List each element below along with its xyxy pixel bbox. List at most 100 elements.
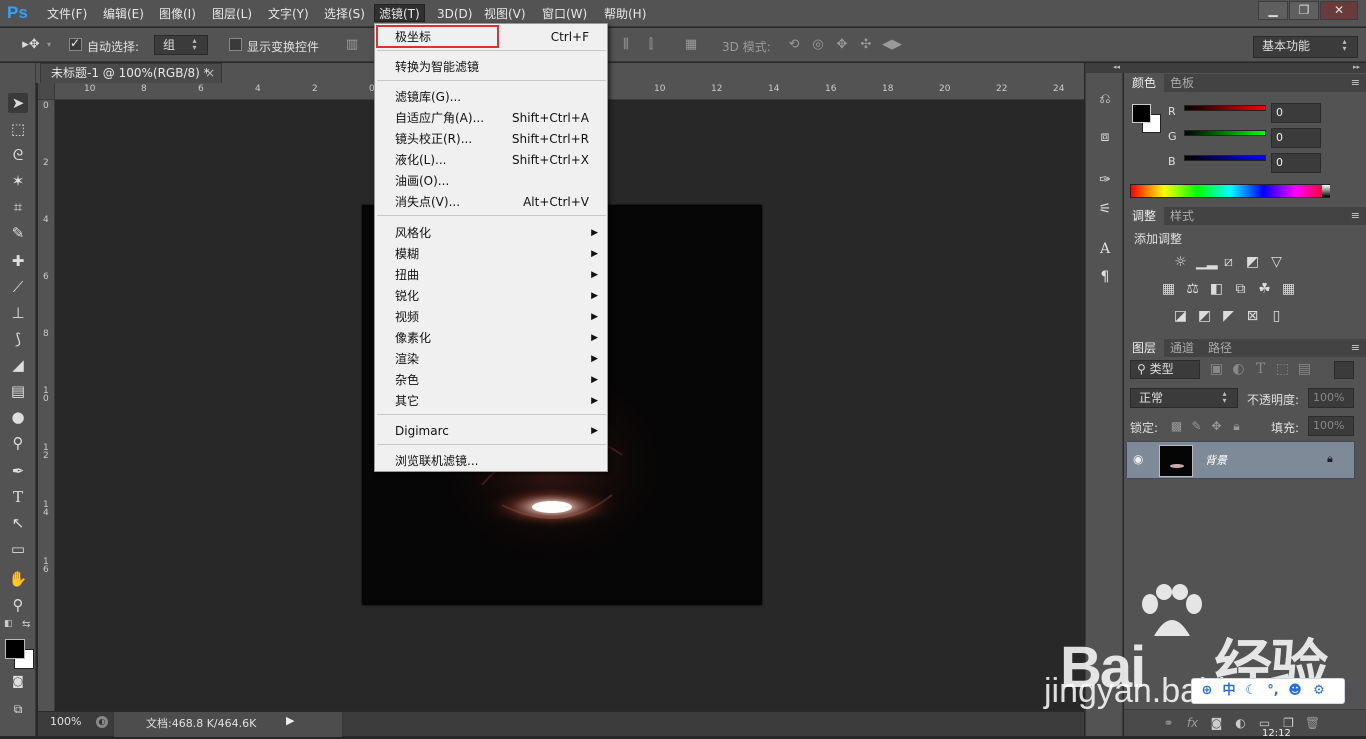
workspace-select[interactable]: 基本功能: [1253, 36, 1358, 58]
gradient-tool-icon[interactable]: ▤: [8, 381, 28, 401]
screen-mode-icon[interactable]: ⧉: [8, 699, 28, 719]
brightness-contrast-icon[interactable]: ☼: [1172, 254, 1189, 271]
close-button[interactable]: ✕: [1320, 1, 1358, 20]
hand-tool-icon[interactable]: ✋: [8, 569, 28, 589]
menu-image[interactable]: 图像(I): [155, 5, 200, 23]
menu-edit[interactable]: 编辑(E): [99, 5, 148, 23]
ime-user-icon[interactable]: ☻: [1286, 682, 1304, 700]
dodge-tool-icon[interactable]: ⚲: [8, 433, 28, 453]
spectrum-bw-swatch[interactable]: [1322, 185, 1330, 197]
menu-view[interactable]: 视图(V): [480, 5, 530, 23]
panel-menu-icon[interactable]: ≡: [1351, 209, 1360, 222]
ime-lang[interactable]: 中: [1220, 682, 1238, 700]
filter-toggle[interactable]: [1334, 361, 1354, 379]
zoom-level[interactable]: 100%: [50, 715, 81, 728]
filter-noise[interactable]: 杂色 ▶: [375, 370, 607, 390]
filter-distort[interactable]: 扭曲 ▶: [375, 265, 607, 285]
zoom-tool-icon[interactable]: ⚲: [8, 595, 28, 615]
filter-pixelate[interactable]: 像素化 ▶: [375, 328, 607, 348]
brush-tool-icon[interactable]: ⟋: [8, 277, 28, 297]
lock-image-icon[interactable]: ✎: [1188, 418, 1205, 435]
channel-mixer-icon[interactable]: ☘: [1256, 281, 1273, 298]
filter-type-icon[interactable]: T: [1252, 361, 1269, 378]
filter-adjust-icon[interactable]: ◐: [1230, 361, 1247, 378]
filter-adaptive-wide-angle[interactable]: 自适应广角(A)... Shift+Ctrl+A: [375, 108, 607, 128]
auto-select-dropdown[interactable]: 组: [154, 35, 208, 55]
3d-roll-icon[interactable]: ◎: [810, 37, 826, 53]
threshold-icon[interactable]: ◤: [1220, 308, 1237, 325]
auto-align-icon[interactable]: ▦: [683, 37, 699, 53]
ime-settings-icon[interactable]: ⚙: [1310, 682, 1328, 700]
eraser-tool-icon[interactable]: ◢: [8, 355, 28, 375]
3d-pan-icon[interactable]: ✥: [834, 37, 850, 53]
move-tool-icon[interactable]: ➤: [8, 93, 28, 113]
brush-presets-icon[interactable]: ⚟: [1096, 200, 1114, 218]
eyedropper-tool-icon[interactable]: ✎: [8, 223, 28, 243]
clone-stamp-tool-icon[interactable]: ⊥: [8, 303, 28, 323]
3d-panel-icon[interactable]: ⧈: [1096, 128, 1114, 146]
auto-select-checkbox[interactable]: [69, 36, 82, 51]
color-balance-icon[interactable]: ⚖: [1184, 281, 1201, 298]
add-mask-icon[interactable]: ◙: [1208, 715, 1225, 732]
selective-color-icon[interactable]: ⊠: [1244, 308, 1261, 325]
new-adjustment-icon[interactable]: ◐: [1232, 715, 1249, 732]
collapse-dock-icon[interactable]: ◂◂: [1086, 63, 1124, 73]
photo-filter-icon[interactable]: ⧉: [1232, 281, 1249, 298]
menu-select[interactable]: 选择(S): [320, 5, 369, 23]
ruler-origin[interactable]: [38, 83, 55, 100]
status-menu-arrow-icon[interactable]: ▶: [286, 714, 294, 727]
tab-styles[interactable]: 样式: [1162, 207, 1202, 225]
foreground-color-swatch[interactable]: [1132, 104, 1151, 123]
color-spectrum-bar[interactable]: [1130, 184, 1330, 198]
opacity-value[interactable]: 100%: [1308, 388, 1354, 408]
posterize-icon[interactable]: ◩: [1196, 308, 1213, 325]
eye-icon[interactable]: ◉: [1133, 452, 1143, 466]
history-panel-icon[interactable]: ⎌: [1096, 90, 1114, 108]
blur-tool-icon[interactable]: ●: [8, 407, 28, 427]
status-info-icon[interactable]: ◐: [96, 716, 108, 728]
ime-logo-icon[interactable]: ⊕: [1198, 682, 1216, 700]
healing-brush-tool-icon[interactable]: ✚: [8, 251, 28, 271]
filter-liquify[interactable]: 液化(L)... Shift+Ctrl+X: [375, 150, 607, 170]
fill-value[interactable]: 100%: [1308, 416, 1354, 436]
3d-rotate-icon[interactable]: ⟲: [786, 37, 802, 53]
filter-vanishing-point[interactable]: 消失点(V)... Alt+Ctrl+V: [375, 192, 607, 212]
menu-3d[interactable]: 3D(D): [433, 5, 476, 23]
filter-sharpen[interactable]: 锐化 ▶: [375, 286, 607, 306]
menu-window[interactable]: 窗口(W): [538, 5, 591, 23]
tab-adjustments[interactable]: 调整: [1124, 207, 1165, 225]
restore-button[interactable]: ❐: [1289, 1, 1319, 20]
levels-icon[interactable]: ▁▂: [1196, 254, 1218, 271]
quick-mask-icon[interactable]: ◙: [8, 671, 28, 691]
magic-wand-tool-icon[interactable]: ✶: [8, 171, 28, 191]
pen-tool-icon[interactable]: ✒: [8, 461, 28, 481]
ime-punct-icon[interactable]: °,: [1264, 682, 1282, 700]
filter-lens-correction[interactable]: 镜头校正(R)... Shift+Ctrl+R: [375, 129, 607, 149]
link-layers-icon[interactable]: ⚭: [1160, 715, 1177, 732]
crop-tool-icon[interactable]: ⌗: [8, 197, 28, 217]
minimize-button[interactable]: ▁: [1258, 1, 1288, 20]
gradient-map-icon[interactable]: ▯: [1268, 308, 1285, 325]
distribute-right-icon[interactable]: ⫿: [643, 37, 659, 53]
menu-filter[interactable]: 滤镜(T): [374, 4, 425, 22]
path-selection-tool-icon[interactable]: ↖: [8, 513, 28, 533]
exposure-icon[interactable]: ◩: [1244, 254, 1261, 271]
swap-colors-icon[interactable]: ⇆: [22, 619, 34, 630]
rectangle-tool-icon[interactable]: ▭: [8, 539, 28, 559]
default-colors-icon[interactable]: ◧: [4, 619, 16, 629]
channel-r-value[interactable]: 0: [1271, 103, 1321, 123]
filter-pixel-icon[interactable]: ▣: [1208, 361, 1225, 378]
panel-menu-icon[interactable]: ≡: [1351, 341, 1360, 354]
channel-g-value[interactable]: 0: [1271, 128, 1321, 148]
filter-digimarc[interactable]: Digimarc ▶: [375, 421, 607, 441]
layer-style-icon[interactable]: fx: [1184, 715, 1201, 732]
filter-oil-paint[interactable]: 油画(O)...: [375, 171, 607, 191]
filter-render[interactable]: 渲染 ▶: [375, 349, 607, 369]
expand-panels-icon[interactable]: ▸▸: [1124, 63, 1366, 73]
vibrance-icon[interactable]: ▽: [1268, 254, 1285, 271]
tab-layers[interactable]: 图层: [1124, 339, 1165, 357]
foreground-color-swatch[interactable]: [5, 639, 25, 659]
filter-blur[interactable]: 模糊 ▶: [375, 244, 607, 264]
channel-g-slider[interactable]: [1184, 130, 1266, 136]
filter-smart-icon[interactable]: ▤: [1296, 361, 1313, 378]
